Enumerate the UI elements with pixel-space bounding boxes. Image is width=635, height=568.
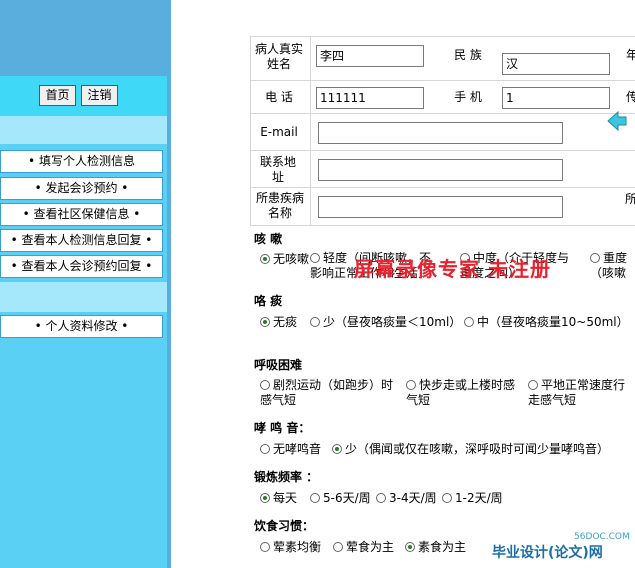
radio-icon[interactable] xyxy=(405,542,415,552)
dyspnea-option-3[interactable]: 平地正常速度行走感气短 xyxy=(528,378,635,408)
mobile-label: 手 机 xyxy=(454,90,482,104)
exercise-option-daily[interactable]: 每天 xyxy=(260,490,297,507)
divider xyxy=(250,80,635,81)
spacer xyxy=(171,0,250,568)
arrow-icon xyxy=(607,110,627,132)
address-input[interactable] xyxy=(318,159,563,181)
option-label: 5-6天/周 xyxy=(323,491,371,505)
exercise-title: 锻炼频率 ： xyxy=(254,470,319,484)
diet-title: 饮食习惯： xyxy=(254,519,315,533)
diet-option-balanced[interactable]: 荤素均衡 xyxy=(260,539,321,556)
site-url-watermark: 56DOC.COM xyxy=(574,532,630,542)
exercise-option-1-2[interactable]: 1-2天/周 xyxy=(442,490,503,507)
diet-option-vegetarian[interactable]: 素食为主 xyxy=(405,539,466,556)
option-label: 少（昼夜咯痰量＜10ml） xyxy=(323,315,462,329)
cough-option-severe[interactable]: 重度（咳嗽影响 xyxy=(590,251,635,281)
radio-icon[interactable] xyxy=(310,253,320,263)
menu-item-detection-reply[interactable]: • 查看本人检测信息回复 • xyxy=(0,229,163,252)
option-label: 无痰 xyxy=(273,315,298,329)
radio-icon[interactable] xyxy=(333,542,343,552)
radio-icon[interactable] xyxy=(260,493,270,503)
radio-icon[interactable] xyxy=(406,380,416,390)
radio-icon[interactable] xyxy=(260,317,270,327)
divider xyxy=(250,150,635,151)
name-label: 病人真实姓名 xyxy=(254,42,303,71)
menu-item-fill-detection[interactable]: • 填写个人检测信息 xyxy=(0,150,163,173)
address-label: 联系地址 xyxy=(259,155,296,184)
radio-icon[interactable] xyxy=(590,253,600,263)
site-watermark: 毕业设计(论文)网 xyxy=(492,545,603,561)
divider xyxy=(250,36,635,37)
recorder-watermark: 屏幕录像专家 未注册 xyxy=(354,257,551,281)
radio-icon[interactable] xyxy=(528,380,538,390)
option-label: 快步走或上楼时感气短 xyxy=(406,378,516,407)
disease-label: 所患疾病名称 xyxy=(255,191,304,220)
disease-input[interactable] xyxy=(318,196,563,218)
cough-title: 咳 嗽 xyxy=(254,232,283,246)
option-label: 中（昼夜咯痰量10~50ml） xyxy=(477,315,629,329)
phone-label: 电 话 xyxy=(265,90,293,104)
name-input[interactable]: 李四 xyxy=(316,45,424,67)
menu-item-consult-appointment[interactable]: • 发起会诊预约 • xyxy=(0,177,163,200)
divider xyxy=(250,113,635,114)
option-label: 荤食为主 xyxy=(346,540,395,554)
menu-item-profile-edit[interactable]: • 个人资料修改 • xyxy=(0,315,163,338)
ethnic-label: 民 族 xyxy=(454,48,482,62)
divider xyxy=(250,187,635,188)
cough-option-none[interactable]: 无咳嗽 xyxy=(260,251,309,268)
menu-item-community-health[interactable]: • 查看社区保健信息 • xyxy=(0,203,163,226)
phone-input[interactable]: 111111 xyxy=(316,87,424,109)
option-label: 平地正常速度行走感气短 xyxy=(528,378,626,407)
option-label: 3-4天/周 xyxy=(389,491,437,505)
mobile-input[interactable]: 1 xyxy=(502,87,610,109)
option-label: 少（偶闻或仅在咳嗽，深呼吸时可闻少量哮鸣音） xyxy=(345,442,610,456)
radio-icon[interactable] xyxy=(332,444,342,454)
sidebar-header xyxy=(0,0,167,76)
email-label: E-mail xyxy=(260,125,298,139)
option-label: 素食为主 xyxy=(418,540,467,554)
diet-option-meat[interactable]: 荤食为主 xyxy=(333,539,394,556)
wheeze-option-little[interactable]: 少（偶闻或仅在咳嗽，深呼吸时可闻少量哮鸣音） xyxy=(332,441,609,458)
home-button[interactable]: 首页 xyxy=(39,85,76,106)
option-label: 无咳嗽 xyxy=(273,252,310,266)
radio-icon[interactable] xyxy=(260,542,270,552)
option-label: 1-2天/周 xyxy=(455,491,503,505)
sidebar-button-bar: 首页 注销 xyxy=(0,76,167,116)
ethnic-input[interactable]: 汉 xyxy=(502,53,610,75)
logout-button[interactable]: 注销 xyxy=(81,85,118,106)
phlegm-option-none[interactable]: 无痰 xyxy=(260,314,297,331)
option-label: 每天 xyxy=(273,491,298,505)
wheeze-title: 哮 鸣 音： xyxy=(254,421,311,435)
dyspnea-title: 呼吸困难 xyxy=(254,358,303,372)
radio-icon[interactable] xyxy=(260,380,270,390)
dyspnea-option-2[interactable]: 快步走或上楼时感气短 xyxy=(406,378,526,408)
radio-icon[interactable] xyxy=(376,493,386,503)
option-label: 无哮鸣音 xyxy=(273,442,322,456)
sidebar-section-band xyxy=(0,116,167,144)
right-col-label: 所 xyxy=(624,192,635,206)
option-label: 荤素均衡 xyxy=(273,540,322,554)
menu-item-appointment-reply[interactable]: • 查看本人会诊预约回复 • xyxy=(0,255,163,278)
radio-icon[interactable] xyxy=(442,493,452,503)
divider xyxy=(250,225,635,226)
wheeze-option-none[interactable]: 无哮鸣音 xyxy=(260,441,321,458)
email-input[interactable] xyxy=(318,122,563,144)
phlegm-option-medium[interactable]: 中（昼夜咯痰量10~50ml） xyxy=(464,314,629,331)
radio-icon[interactable] xyxy=(260,254,270,264)
option-label: 剧烈运动（如跑步）时感气短 xyxy=(260,378,394,407)
right-col-label: 传 xyxy=(626,90,635,104)
age-label: 年 xyxy=(626,48,635,62)
radio-icon[interactable] xyxy=(260,444,270,454)
exercise-option-5-6[interactable]: 5-6天/周 xyxy=(310,490,371,507)
divider xyxy=(310,36,311,226)
phlegm-title: 咯 痰 xyxy=(254,294,283,308)
radio-icon[interactable] xyxy=(310,493,320,503)
dyspnea-option-1[interactable]: 剧烈运动（如跑步）时感气短 xyxy=(260,378,400,408)
phlegm-option-little[interactable]: 少（昼夜咯痰量＜10ml） xyxy=(310,314,461,331)
sidebar-section-band-2 xyxy=(0,282,167,312)
radio-icon[interactable] xyxy=(464,317,474,327)
exercise-option-3-4[interactable]: 3-4天/周 xyxy=(376,490,437,507)
divider xyxy=(250,36,251,226)
radio-icon[interactable] xyxy=(310,317,320,327)
